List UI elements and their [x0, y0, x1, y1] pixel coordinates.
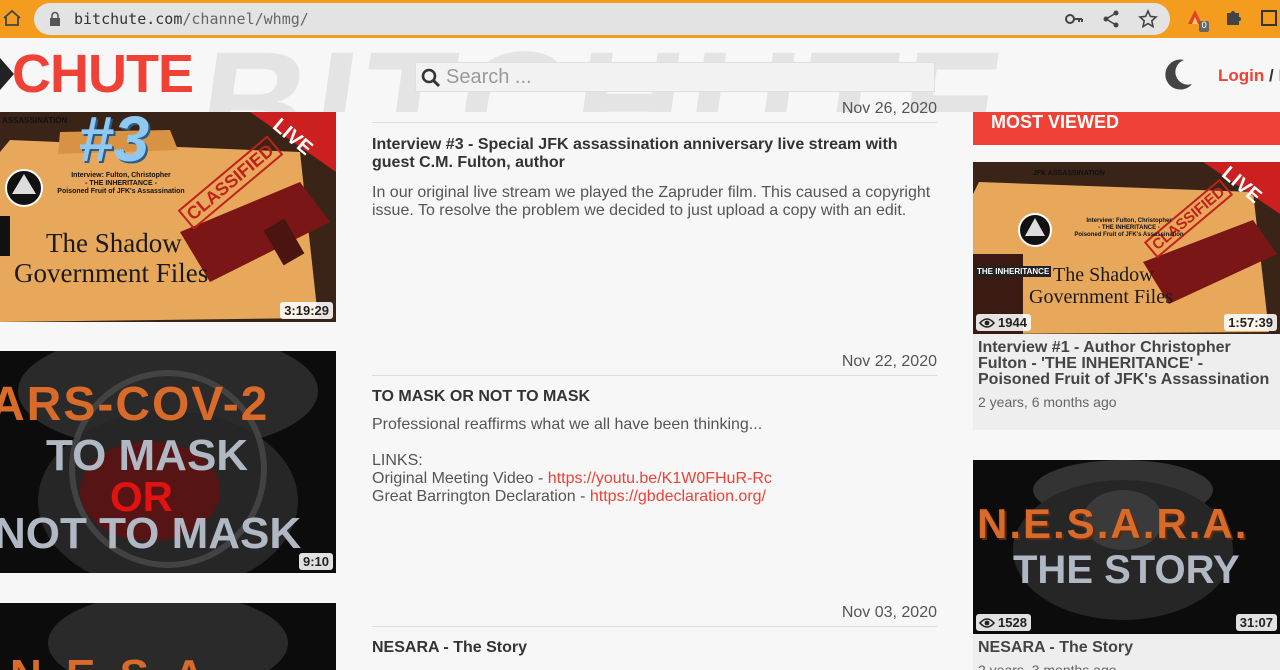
thumb-1-corner-label: ASSASSINATION — [2, 116, 68, 125]
login-link[interactable]: Login — [1218, 66, 1264, 85]
video-date: Nov 26, 2020 — [372, 100, 937, 123]
video-duration: 3:19:29 — [280, 302, 333, 319]
thumb-2-line1: ARS-COV-2 — [0, 378, 270, 431]
sidebar-video-age: 2 years, 3 months ago — [978, 662, 1117, 670]
sidebar-video-title[interactable]: Interview #1 - Author Christopher Fulton… — [978, 340, 1276, 388]
video-description-text: Professional reaffirms what we all have … — [372, 416, 763, 433]
sidebar-video-age: 2 years, 6 months ago — [978, 394, 1117, 410]
browser-toolbar: bitchute.com/channel/whmg/ 0 — [0, 0, 1280, 38]
extension-badge: 0 — [1199, 21, 1209, 32]
sidebar-thumb-1-interview-text: Interview: Fulton, Christopher - THE INH… — [1059, 218, 1199, 239]
lock-icon[interactable] — [48, 11, 62, 27]
link-2-label: Great Barrington Declaration - — [372, 488, 590, 505]
site-logo[interactable]: CHUTE — [12, 44, 194, 104]
home-icon[interactable] — [2, 8, 22, 28]
sidebar-video-thumbnail-1[interactable]: JFK ASSASSINATION LIVE CLASSIFIED Interv… — [973, 162, 1280, 334]
thumb-1-title-line1: The Shadow — [46, 228, 182, 258]
sidebar-card-1: Interview #1 - Author Christopher Fulton… — [973, 334, 1280, 430]
search-box — [415, 62, 935, 92]
video-duration: 9:10 — [298, 553, 333, 570]
video-duration: 31:07 — [1235, 614, 1277, 631]
video-thumbnail-2[interactable]: ARS-COV-2 TO MASK OR NOT TO MASK 9:10 — [0, 351, 336, 573]
eye-icon — [979, 617, 995, 628]
sidebar-thumb-1-interview-line: - THE INHERITANCE - — [1098, 225, 1160, 231]
thumb-1-interview-line: - THE INHERITANCE - — [85, 180, 157, 187]
video-date: Nov 03, 2020 — [372, 604, 937, 627]
link-row-1: Original Meeting Video - https://youtu.b… — [372, 470, 942, 488]
gbdeclaration-link[interactable]: https://gbdeclaration.org/ — [590, 488, 766, 505]
bookmark-star-icon[interactable] — [1138, 9, 1158, 29]
video-date: Nov 22, 2020 — [372, 353, 937, 376]
video-title[interactable]: TO MASK OR NOT TO MASK — [372, 388, 937, 406]
video-title[interactable]: Interview #3 - Special JFK assassination… — [372, 136, 937, 172]
video-description: Professional reaffirms what we all have … — [372, 416, 942, 506]
video-description: In our original live stream we played th… — [372, 184, 931, 219]
most-viewed-label: MOST VIEWED — [991, 112, 1120, 132]
thumb-1-number: #3 — [78, 112, 150, 175]
sidebar-thumb-1-corner-label: JFK ASSASSINATION — [1033, 170, 1105, 177]
thumb-1-title-line2: Government Files — [14, 258, 209, 288]
url-text[interactable]: bitchute.com/channel/whmg/ — [74, 10, 309, 28]
links-label: LINKS: — [372, 452, 423, 469]
address-bar[interactable]: bitchute.com/channel/whmg/ — [34, 3, 1170, 35]
sidebar-thumb-1-title-line1: The Shadow — [1053, 264, 1154, 286]
most-viewed-header: MOST VIEWED — [973, 112, 1280, 145]
sidebar-card-2: NESARA - The Story 2 years, 3 months ago — [973, 634, 1280, 670]
eye-icon — [979, 317, 995, 328]
search-icon[interactable] — [421, 68, 441, 88]
view-count: 1944 — [976, 314, 1031, 331]
puzzle-extensions-icon[interactable] — [1222, 6, 1244, 30]
share-icon[interactable] — [1101, 9, 1121, 29]
thumb-3-line1: N.E.S.A — [10, 651, 211, 670]
login-register-links: Login / R — [1218, 66, 1280, 86]
view-count-value: 1528 — [998, 615, 1027, 630]
url-domain: bitchute.com — [74, 10, 183, 28]
extension-brave-icon[interactable]: 0 — [1184, 6, 1209, 32]
sidebar-thumb-2-line1: N.E.S.A.R.A. — [977, 500, 1249, 547]
video-thumbnail-3[interactable]: N.E.S.A — [0, 603, 336, 670]
sidebar-thumb-1-book-label: THE INHERITANCE — [975, 266, 1052, 277]
sidebar-thumb-2-line2: THE STORY — [1013, 548, 1240, 592]
login-separator: / — [1269, 66, 1274, 85]
video-title[interactable]: NESARA - The Story — [372, 639, 937, 657]
thumb-1-interview-line: Interview: Fulton, Christopher — [71, 172, 171, 179]
link-1-label: Original Meeting Video - — [372, 470, 548, 487]
key-icon[interactable] — [1064, 9, 1084, 29]
view-count: 1528 — [976, 614, 1031, 631]
youtube-link[interactable]: https://youtu.be/K1W0FHuR-Rc — [548, 470, 772, 487]
sidebar-thumb-1-interview-line: Interview: Fulton, Christopher — [1086, 218, 1172, 224]
video-duration: 1:57:39 — [1224, 314, 1277, 331]
thumb-1-interview-line: Poisoned Fruit of JFK's Assassination — [57, 188, 185, 195]
thumb-1-interview-text: Interview: Fulton, Christopher - THE INH… — [46, 172, 196, 196]
search-input[interactable] — [446, 65, 926, 89]
tabs-icon[interactable] — [1258, 6, 1280, 30]
url-path: /channel/whmg/ — [182, 10, 309, 28]
dark-mode-moon-icon[interactable] — [1160, 56, 1196, 92]
sidebar-video-title[interactable]: NESARA - The Story — [978, 640, 1276, 656]
thumb-2-line4: NOT TO MASK — [0, 509, 302, 558]
sidebar-thumb-1-title-line2: Government Files — [1029, 286, 1173, 308]
sidebar-thumb-1-interview-line: Poisoned Fruit of JFK's Assassination — [1074, 232, 1184, 238]
sidebar-video-thumbnail-2[interactable]: N.E.S.A.R.A. THE STORY 1528 31:07 — [973, 460, 1280, 634]
view-count-value: 1944 — [998, 315, 1027, 330]
link-row-2: Great Barrington Declaration - https://g… — [372, 488, 942, 506]
video-thumbnail-1[interactable]: ASSASSINATION #3 LIVE CLASSIFIED Intervi… — [0, 112, 336, 322]
